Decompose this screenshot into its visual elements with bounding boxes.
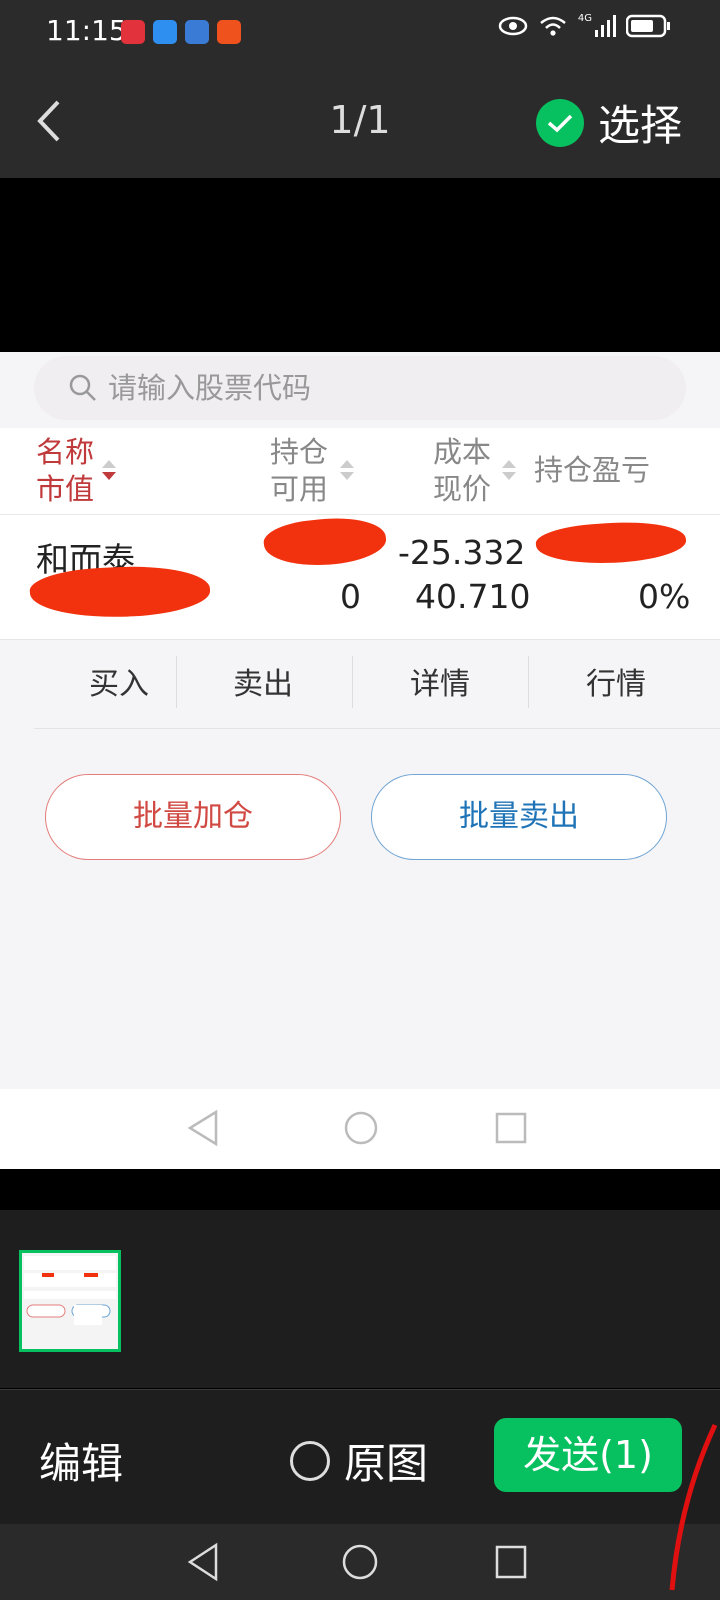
stock-app-icon (217, 20, 241, 44)
nav-recents-icon[interactable] (494, 1544, 528, 1580)
table-row[interactable]: 和而泰 -25.332 0 40.710 0% (0, 512, 720, 640)
nav-home-icon[interactable] (340, 1542, 380, 1582)
sort-arrows-icon (340, 460, 354, 482)
red-pen-stroke (669, 1423, 718, 1591)
selected-thumbnail[interactable] (19, 1250, 121, 1352)
checkmark-icon (547, 114, 573, 132)
cost-value: -25.332 (398, 533, 526, 572)
divider (352, 656, 353, 708)
viewer-header: 1/1 选择 (0, 66, 720, 178)
original-label: 原图 (344, 1439, 429, 1488)
batch-sell-button[interactable]: 批量卖出 (371, 774, 667, 860)
header-pnl[interactable]: 持仓盈亏 (534, 452, 654, 489)
inner-nav-bar (0, 1089, 720, 1169)
sell-button[interactable]: 卖出 (178, 642, 348, 728)
status-time: 11:15 (46, 14, 127, 47)
nav-home-icon (344, 1111, 378, 1145)
send-button[interactable]: 发送(1) (494, 1418, 682, 1492)
status-bar: 11:15 4G (0, 0, 720, 66)
nav-back-icon[interactable] (186, 1542, 220, 1582)
detail-button[interactable]: 详情 (355, 642, 525, 728)
sort-arrows-icon (502, 460, 516, 482)
select-label: 选择 (597, 101, 682, 150)
action-bar: 买入 卖出 详情 行情 (34, 642, 720, 729)
market-button[interactable]: 行情 (531, 642, 701, 728)
network-type: 4G (577, 13, 592, 24)
search-input[interactable] (106, 370, 630, 406)
header-position-available[interactable]: 持仓 可用 (270, 434, 328, 508)
pnl-percent: 0% (638, 577, 691, 616)
battery-icon (626, 14, 670, 38)
status-indicators: 4G (498, 14, 672, 38)
nav-back-icon (187, 1109, 218, 1147)
holdings-table-header: 名称 市值 持仓 可用 成本 现价 持仓盈亏 (0, 428, 720, 515)
image-preview: 名称 市值 持仓 可用 成本 现价 持仓盈亏 和而泰 -25.332 0 40.… (0, 352, 720, 1169)
security-app-icon (185, 20, 209, 44)
divider (528, 656, 529, 708)
sort-arrows-icon (102, 460, 116, 482)
search-icon (69, 374, 96, 401)
eye-icon (498, 16, 528, 36)
redaction-mark (534, 517, 688, 569)
redaction-mark (261, 512, 389, 572)
header-name-marketvalue[interactable]: 名称 市值 (36, 434, 94, 508)
check-circle-icon[interactable] (535, 98, 584, 147)
batch-add-button[interactable]: 批量加仓 (45, 774, 341, 860)
available-value: 0 (340, 577, 361, 616)
select-button[interactable]: 选择 (535, 92, 682, 153)
divider (176, 656, 177, 708)
stock-search-box[interactable] (34, 356, 686, 420)
system-nav-bar (0, 1524, 720, 1600)
radio-circle-icon[interactable] (290, 1440, 330, 1481)
thumbnail-preview-image (22, 1253, 118, 1349)
wifi-icon (540, 16, 566, 36)
edit-button[interactable]: 编辑 (39, 1430, 123, 1491)
nav-recents-icon (495, 1112, 527, 1144)
shopping-app-icon (121, 20, 145, 44)
thumbnail-strip (0, 1210, 720, 1388)
original-image-toggle[interactable]: 原图 (290, 1430, 428, 1491)
signal-icon (595, 15, 616, 37)
price-value: 40.710 (415, 577, 531, 616)
bottom-action-bar: 编辑 原图 发送(1) (0, 1389, 720, 1524)
weather-app-icon (153, 20, 177, 44)
header-cost-price[interactable]: 成本 现价 (433, 434, 491, 508)
